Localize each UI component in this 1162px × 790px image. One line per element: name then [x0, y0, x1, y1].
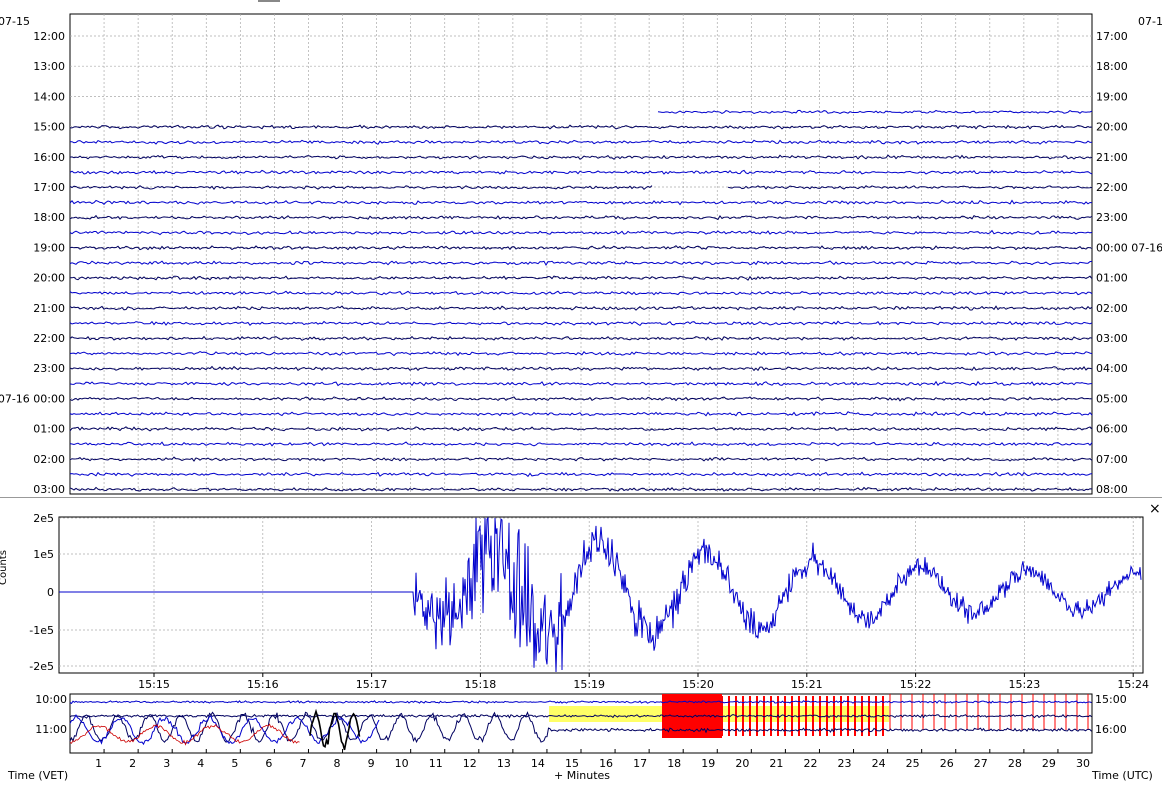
overview-right-labels: 15:00 16:00 [1095, 693, 1127, 736]
zoom-y-tick-label: 1e5 [33, 548, 54, 561]
overview-right-label: 16:00 [1095, 723, 1127, 736]
minute-tick-label: 26 [940, 757, 954, 770]
zoom-x-tick-label: 15:16 [247, 678, 279, 689]
minute-tick-label: 20 [735, 757, 749, 770]
zoom-y-tick-label: -2e5 [29, 660, 54, 673]
helicorder-right-label: 02:00 [1096, 302, 1128, 315]
minute-tick-label: 13 [497, 757, 511, 770]
close-icon[interactable]: × [1149, 501, 1161, 517]
minute-tick-label: 10 [395, 757, 409, 770]
overview-left-labels: 10:00 11:00 [35, 693, 67, 736]
helicorder-right-label: 21:00 [1096, 151, 1128, 164]
zoom-x-tick-label: 15:17 [356, 678, 388, 689]
minute-tick-label: 28 [1008, 757, 1022, 770]
helicorder-left-label: 12:00 [33, 30, 65, 43]
helicorder-left-labels: 12:00 13:00 14:00 15:00 16:00 17:00 18:00 19:00… [0, 30, 65, 496]
minute-tick-label: 6 [265, 757, 272, 770]
helicorder-left-label: 19:00 [33, 241, 65, 254]
helicorder-right-label: 22:00 [1096, 181, 1128, 194]
minute-tick-label: 8 [334, 757, 341, 770]
zoom-y-ticks: 2e5 1e5 0 -1e5 -2e5 [29, 512, 54, 673]
helicorder-left-label: 15:00 [33, 121, 65, 134]
minute-tick-label: 11 [429, 757, 443, 770]
zoom-y-tick-label: 2e5 [33, 512, 54, 525]
helicorder-panel[interactable]: 07-15 07-1 12:00 13:00 14:00 15:00 16:00 17:0… [0, 0, 1162, 500]
zoom-x-tick-label: 15:20 [682, 678, 714, 689]
minute-tick-label: 18 [667, 757, 681, 770]
minute-tick-label: 14 [531, 757, 545, 770]
overview-right-label: 15:00 [1095, 693, 1127, 706]
scroll-tab[interactable] [258, 0, 280, 2]
helicorder-left-label: 21:00 [33, 302, 65, 315]
helicorder-left-label: 17:00 [33, 181, 65, 194]
helicorder-right-label: 19:00 [1096, 90, 1128, 103]
zoom-x-ticks: 15:15 15:16 15:17 15:18 15:19 15:20 15:21 15:22… [138, 678, 1149, 689]
helicorder-left-label: 07-16 00:00 [0, 392, 65, 405]
minute-tick-label: 22 [803, 757, 817, 770]
zoom-y-axis-label: Counts [0, 550, 9, 585]
overview-panel[interactable]: 10:0011:00 15:0016:00 1 2 3 4 5 6 7 8 9 10 11 12 13 1… [0, 690, 1162, 790]
helicorder-left-label: 13:00 [33, 60, 65, 73]
helicorder-right-label: 00:00 07-16 [1096, 241, 1162, 254]
helicorder-right-label: 04:00 [1096, 362, 1128, 375]
zoom-x-tick-label: 15:15 [138, 678, 170, 689]
helicorder-left-label: 03:00 [33, 483, 65, 496]
minute-tick-label: 19 [701, 757, 715, 770]
zoom-y-tick-label: -1e5 [29, 624, 54, 637]
zoom-x-tick-label: 15:24 [1117, 678, 1149, 689]
right-axis-label: Time (UTC) [1091, 769, 1153, 782]
minute-tick-label: 5 [231, 757, 238, 770]
helicorder-left-label: 18:00 [33, 211, 65, 224]
overview-plot-area[interactable] [69, 693, 1093, 754]
minute-tick-label: 12 [463, 757, 477, 770]
helicorder-right-label: 03:00 [1096, 332, 1128, 345]
center-axis-label: + Minutes [554, 769, 610, 782]
overview-left-label: 10:00 [35, 693, 67, 706]
minute-tick-label: 17 [633, 757, 647, 770]
minute-tick-label: 2 [129, 757, 136, 770]
helicorder-right-label: 06:00 [1096, 423, 1128, 436]
minute-tick-label: 4 [197, 757, 204, 770]
zoom-x-tick-label: 15:21 [791, 678, 823, 689]
helicorder-right-label: 17:00 [1096, 30, 1128, 43]
helicorder-left-label: 14:00 [33, 90, 65, 103]
minute-tick-label: 9 [368, 757, 375, 770]
minute-tick-label: 29 [1042, 757, 1056, 770]
helicorder-left-date: 07-15 [0, 15, 30, 28]
zoom-x-tick-label: 15:19 [573, 678, 605, 689]
left-axis-label: Time (VET) [7, 769, 68, 782]
helicorder-left-label: 23:00 [33, 362, 65, 375]
zoom-plot-area[interactable] [58, 516, 1144, 674]
helicorder-right-label: 20:00 [1096, 121, 1128, 134]
minute-tick-label: 1 [95, 757, 102, 770]
minute-tick-label: 24 [872, 757, 886, 770]
zoom-x-tick-label: 15:23 [1009, 678, 1041, 689]
zoom-x-tick-label: 15:18 [465, 678, 497, 689]
helicorder-right-date: 07-1 [1138, 15, 1162, 28]
helicorder-left-label: 22:00 [33, 332, 65, 345]
minute-tick-label: 3 [163, 757, 170, 770]
helicorder-right-label: 07:00 [1096, 453, 1128, 466]
zoom-panel[interactable]: × 2e51e50-1e5-2e5 15:15 15:16 15:17 15:18 15… [0, 497, 1162, 689]
helicorder-left-label: 16:00 [33, 151, 65, 164]
minute-tick-label: 27 [974, 757, 988, 770]
helicorder-right-label: 23:00 [1096, 211, 1128, 224]
minute-tick-label: 21 [769, 757, 783, 770]
helicorder-right-label: 08:00 [1096, 483, 1128, 496]
overview-left-label: 11:00 [35, 723, 67, 736]
zoom-y-tick-label: 0 [47, 586, 54, 599]
helicorder-right-label: 05:00 [1096, 392, 1128, 405]
helicorder-left-label: 01:00 [33, 423, 65, 436]
minute-tick-label: 23 [838, 757, 852, 770]
zoom-x-tick-label: 15:22 [900, 678, 932, 689]
minute-tick-label: 25 [906, 757, 920, 770]
helicorder-right-label: 18:00 [1096, 60, 1128, 73]
helicorder-right-label: 01:00 [1096, 272, 1128, 285]
helicorder-left-label: 02:00 [33, 453, 65, 466]
seismic-viewer: 07-15 07-1 12:00 13:00 14:00 15:00 16:00 17:0… [0, 0, 1162, 790]
minute-tick-label: 30 [1076, 757, 1090, 770]
helicorder-right-labels: 17:00 18:00 19:00 20:00 21:00 22:00 23:00 00:00… [1096, 30, 1162, 496]
helicorder-left-label: 20:00 [33, 272, 65, 285]
minute-tick-label: 7 [299, 757, 306, 770]
